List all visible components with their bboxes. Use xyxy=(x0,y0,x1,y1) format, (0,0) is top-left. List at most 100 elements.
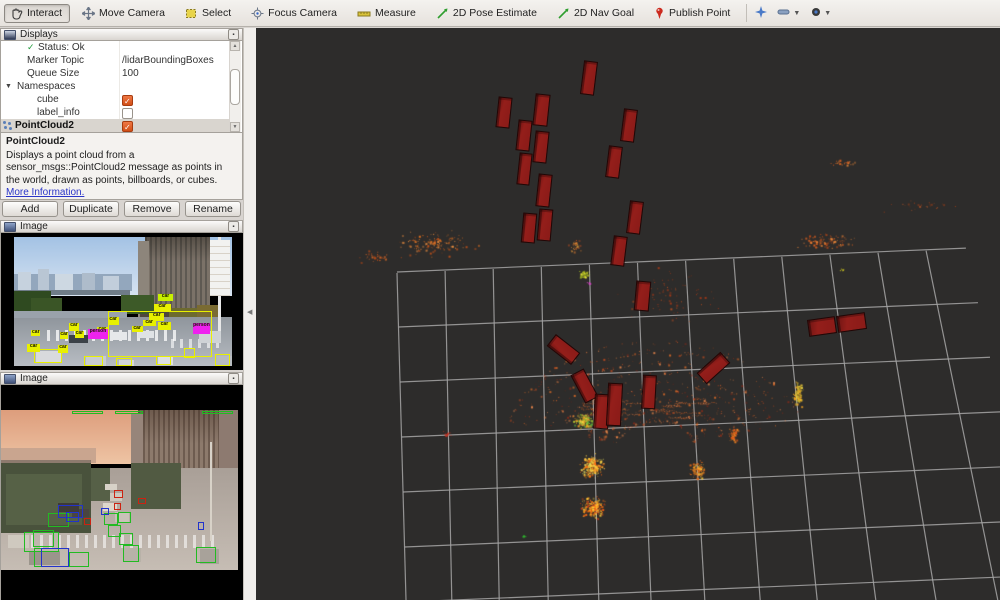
tree-row-label: Namespaces xyxy=(17,80,75,93)
lidar-bounding-box[interactable] xyxy=(605,382,622,426)
lidar-bounding-box[interactable] xyxy=(633,280,651,311)
2d-pose-estimate-button[interactable]: 2D Pose Estimate xyxy=(430,4,545,23)
toolbar-separator xyxy=(746,4,747,22)
display-description: PointCloud2Displays a point cloud from a… xyxy=(0,132,243,200)
collapse-arrow-icon[interactable]: ◀ xyxy=(247,308,252,316)
lidar-bounding-box[interactable] xyxy=(835,312,866,333)
tree-row-value[interactable]: 100 xyxy=(122,67,139,80)
detection-label-chip: car xyxy=(158,294,173,302)
image-panel-1-title: Image xyxy=(20,221,228,232)
image-panel-2-title: Image xyxy=(20,373,228,384)
displays-tree-panel: ✓Status: OkMarker Topic/lidarBoundingBox… xyxy=(0,41,243,132)
select-button[interactable]: Select xyxy=(179,4,239,23)
expander-open-icon[interactable]: ▼ xyxy=(5,80,12,93)
move-camera-button[interactable]: Move Camera xyxy=(76,4,173,23)
detection-box xyxy=(215,354,230,366)
detection-box xyxy=(84,518,91,525)
lidar-bounding-box[interactable] xyxy=(807,316,837,337)
add-button[interactable]: Add xyxy=(2,201,58,217)
displays-panel-header[interactable]: Displays ▪ xyxy=(0,28,243,41)
detection-box xyxy=(123,545,139,562)
detection-box xyxy=(198,522,204,530)
measure-label: Measure xyxy=(375,7,416,19)
displays-close-button[interactable]: ▪ xyxy=(228,29,239,40)
image-panel-1-icon xyxy=(4,222,16,232)
rviz-window: Interact Move Camera Select Focus Camera Mea… xyxy=(0,0,1000,600)
tool-properties-button[interactable]: ▼ xyxy=(810,6,831,21)
image-panel-2-header[interactable]: Image ▪ xyxy=(0,372,243,385)
tree-row-namespaces[interactable]: ▼ Namespaces xyxy=(1,80,231,93)
checkbox-checked[interactable] xyxy=(122,95,133,106)
displays-tree[interactable]: ✓Status: OkMarker Topic/lidarBoundingBox… xyxy=(1,41,231,132)
camera-image-2 xyxy=(1,410,238,570)
image-panel-1-close-button[interactable]: ▪ xyxy=(228,221,239,232)
lidar-bounding-box[interactable] xyxy=(537,208,554,241)
2d-nav-goal-button[interactable]: 2D Nav Goal xyxy=(551,4,642,23)
checkbox-unchecked[interactable] xyxy=(122,108,133,119)
duplicate-button[interactable]: Duplicate xyxy=(63,201,119,217)
lidar-bounding-box[interactable] xyxy=(532,93,550,126)
detection-box xyxy=(114,490,123,498)
photo-shape xyxy=(55,274,72,291)
measure-button[interactable]: Measure xyxy=(351,4,424,23)
tree-row-marker-topic[interactable]: Marker Topic/lidarBoundingBoxes xyxy=(1,54,231,67)
detection-box xyxy=(184,348,195,358)
image-panel-2-close-button[interactable]: ▪ xyxy=(228,373,239,384)
lidar-bounding-box[interactable] xyxy=(521,212,538,243)
detection-box xyxy=(72,411,103,414)
detection-box xyxy=(34,349,62,363)
pose-arrow-icon xyxy=(436,7,449,20)
2d-pose-estimate-label: 2D Pose Estimate xyxy=(453,7,537,19)
focus-camera-button[interactable]: Focus Camera xyxy=(245,4,345,23)
tree-row-pointcloud2[interactable]: ▼PointCloud2 xyxy=(1,119,231,132)
focus-camera-label: Focus Camera xyxy=(268,7,337,19)
displays-panel-title: Displays xyxy=(20,29,228,40)
publish-point-button[interactable]: Publish Point xyxy=(648,4,738,23)
tree-scrollbar[interactable]: ▲ ▼ xyxy=(229,41,241,132)
tree-row-cube[interactable]: cube xyxy=(1,93,231,106)
detection-label-chip: car xyxy=(75,331,84,337)
detection-label-chip: car xyxy=(143,320,156,326)
detection-label-chip: car xyxy=(154,304,171,312)
dropdown-caret-icon[interactable]: ▼ xyxy=(793,10,800,17)
image-panel-1-header[interactable]: Image ▪ xyxy=(0,220,243,233)
scrollbar-thumb[interactable] xyxy=(230,69,240,105)
pointcloud2-icon xyxy=(3,121,12,130)
rename-button[interactable]: Rename xyxy=(185,201,241,217)
panel-splitter[interactable]: ◀ xyxy=(243,28,257,600)
detection-box xyxy=(156,356,171,365)
tree-row-status-ok[interactable]: ✓Status: Ok xyxy=(1,41,231,54)
dropdown-caret-icon[interactable]: ▼ xyxy=(824,10,831,17)
interact-button[interactable]: Interact xyxy=(4,4,70,23)
detection-box xyxy=(119,533,133,545)
tree-row-label-info[interactable]: label_info xyxy=(1,106,231,119)
3d-viewport[interactable] xyxy=(256,28,1000,600)
detection-box xyxy=(118,512,131,523)
move-camera-label: Move Camera xyxy=(99,7,165,19)
lidar-bounding-box[interactable] xyxy=(516,152,532,185)
remove-tool-button[interactable]: ▼ xyxy=(777,6,800,21)
photo-shape xyxy=(82,273,95,291)
status-ok-icon: ✓ xyxy=(27,41,35,54)
more-information-link[interactable]: More Information. xyxy=(6,187,84,198)
tree-row-label: PointCloud2 xyxy=(15,119,74,132)
measure-icon xyxy=(357,7,371,20)
scroll-up-icon[interactable]: ▲ xyxy=(230,41,240,51)
tree-row-value[interactable]: /lidarBoundingBoxes xyxy=(122,54,214,67)
display-buttons-row: Add Duplicate Remove Rename xyxy=(0,201,243,218)
scroll-down-icon[interactable]: ▼ xyxy=(230,122,240,132)
photo-shape xyxy=(210,240,230,297)
description-body: Displays a point cloud from a sensor_msg… xyxy=(6,150,222,186)
tree-row-queue-size[interactable]: Queue Size100 xyxy=(1,67,231,80)
remove-button[interactable]: Remove xyxy=(124,201,180,217)
lidar-bounding-box[interactable] xyxy=(641,375,657,410)
plus-icon xyxy=(755,6,767,21)
publish-point-label: Publish Point xyxy=(669,7,730,19)
select-label: Select xyxy=(202,7,231,19)
tree-row-label: cube xyxy=(37,93,59,106)
camera-image-1: carcarcarcarcarcarcarcarcarcarcarcarcarc… xyxy=(14,237,232,366)
detection-label-chip: car xyxy=(31,330,40,336)
checkbox-checked[interactable] xyxy=(122,121,133,132)
add-tool-button[interactable] xyxy=(755,6,767,21)
image-panel-1-content: carcarcarcarcarcarcarcarcarcarcarcarcarc… xyxy=(0,233,243,370)
